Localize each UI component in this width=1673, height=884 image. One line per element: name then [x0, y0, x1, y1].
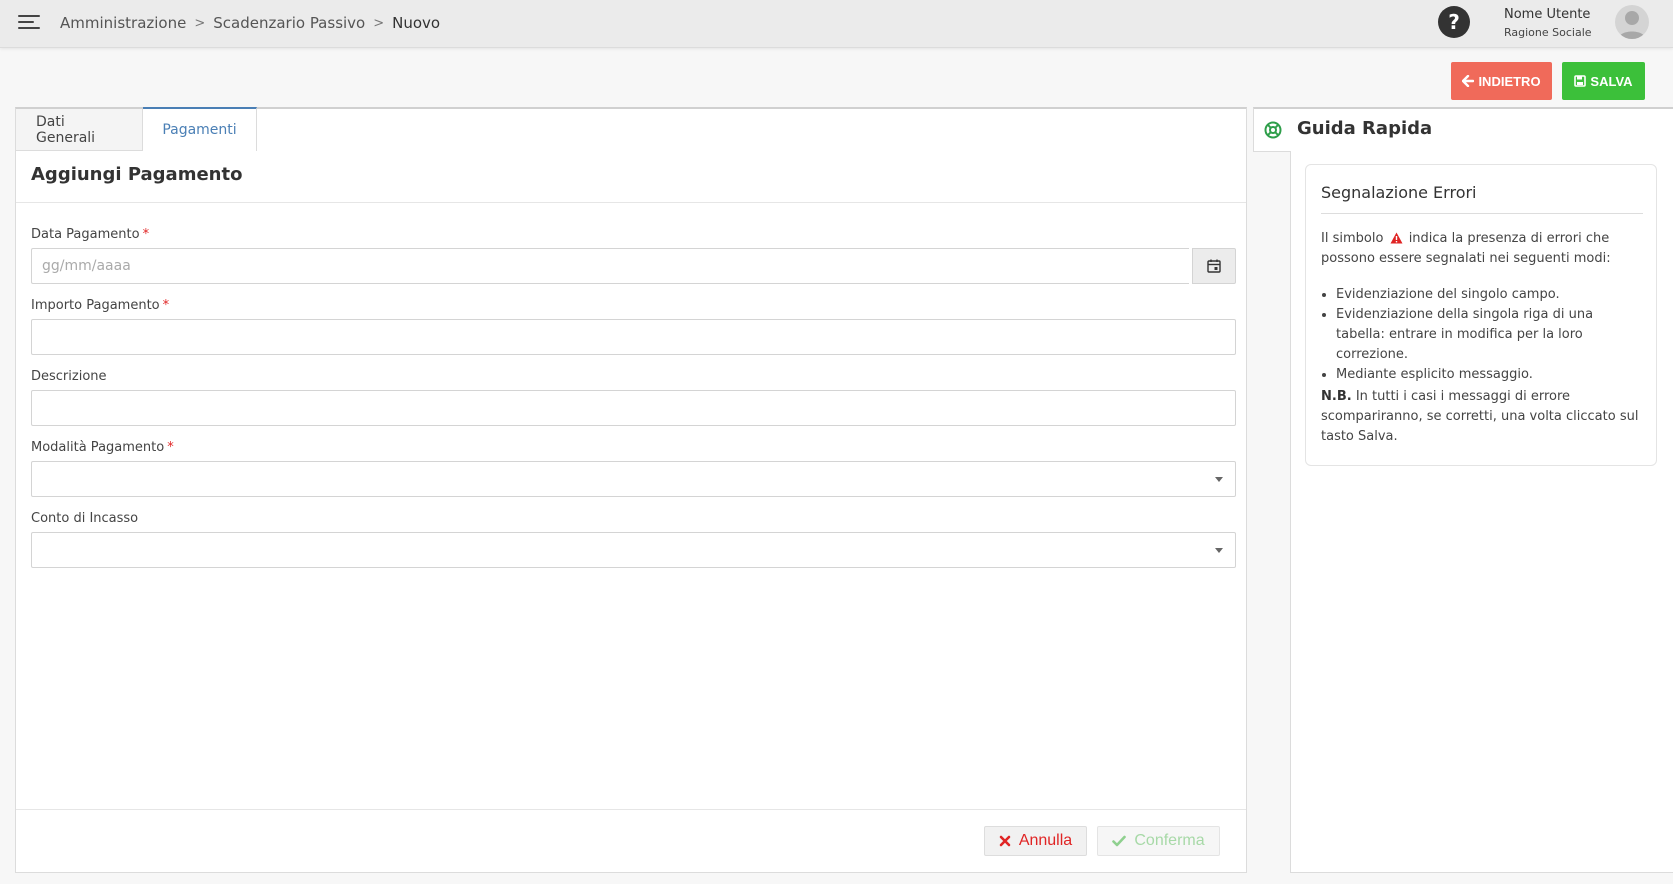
calendar-button[interactable] — [1192, 248, 1236, 284]
guide-toggle[interactable] — [1253, 107, 1291, 152]
breadcrumb-item-amministrazione[interactable]: Amministrazione — [60, 14, 186, 32]
tabs: Dati Generali Pagamenti — [16, 107, 257, 151]
user-icon — [1618, 11, 1646, 39]
confirm-button[interactable]: Conferma — [1097, 826, 1220, 856]
note-text: In tutti i casi i messaggi di errore sco… — [1321, 389, 1639, 444]
data-pagamento-label: Data Pagamento * — [31, 227, 149, 242]
floppy-disk-icon — [1574, 75, 1587, 87]
tab-dati-generali[interactable]: Dati Generali — [16, 109, 143, 151]
card-intro-before: Il simbolo — [1321, 231, 1384, 246]
help-icon[interactable]: ? — [1438, 6, 1470, 38]
guide-title: Guida Rapida — [1297, 118, 1433, 139]
descrizione-input[interactable] — [31, 390, 1236, 426]
cancel-button-label: Annulla — [1018, 832, 1073, 849]
list-item: Evidenziazione della singola riga di una… — [1336, 305, 1641, 365]
card-note: N.B. In tutti i casi i messaggi di error… — [1321, 387, 1641, 447]
breadcrumb: Amministrazione > Scadenzario Passivo > … — [60, 14, 440, 32]
calendar-icon — [1207, 259, 1221, 273]
guide-panel: Segnalazione Errori Il simbolo indica la… — [1290, 151, 1673, 873]
conto-incasso-select[interactable] — [31, 532, 1236, 568]
arrow-left-icon — [1462, 75, 1475, 87]
breadcrumb-item-nuovo: Nuovo — [392, 14, 441, 32]
top-bar: Amministrazione > Scadenzario Passivo > … — [0, 0, 1673, 48]
modalita-pagamento-label-text: Modalità Pagamento — [31, 440, 165, 455]
list-item: Mediante esplicito messaggio. — [1336, 365, 1641, 385]
confirm-button-label: Conferma — [1134, 832, 1205, 849]
chevron-right-icon: > — [194, 15, 206, 31]
chevron-right-icon: > — [373, 15, 385, 31]
footer-divider — [16, 809, 1246, 810]
descrizione-label: Descrizione — [31, 369, 107, 384]
menu-icon[interactable] — [18, 15, 40, 33]
required-marker: * — [162, 298, 170, 313]
importo-pagamento-label-text: Importo Pagamento — [31, 298, 160, 313]
card-intro: Il simbolo indica la presenza di errori … — [1321, 229, 1641, 269]
card-list: Evidenziazione del singolo campo. Eviden… — [1321, 285, 1641, 385]
conto-incasso-label: Conto di Incasso — [31, 511, 139, 526]
required-marker: * — [142, 227, 150, 242]
divider — [16, 202, 1246, 203]
note-label: N.B. — [1321, 389, 1352, 404]
importo-pagamento-input[interactable] — [31, 319, 1236, 355]
list-item: Evidenziazione del singolo campo. — [1336, 285, 1641, 305]
user-name[interactable]: Nome Utente — [1504, 7, 1590, 22]
importo-pagamento-label: Importo Pagamento * — [31, 298, 169, 313]
lifebuoy-icon — [1264, 121, 1281, 139]
avatar[interactable] — [1615, 5, 1649, 39]
caret-down-icon — [1215, 548, 1223, 553]
tab-pagamenti[interactable]: Pagamenti — [143, 107, 257, 151]
guide-card: Segnalazione Errori Il simbolo indica la… — [1305, 164, 1657, 466]
back-button-label: INDIETRO — [1478, 73, 1541, 89]
modalita-pagamento-label: Modalità Pagamento * — [31, 440, 174, 455]
data-pagamento-input[interactable] — [31, 248, 1189, 284]
check-icon — [1112, 835, 1127, 847]
back-button[interactable]: INDIETRO — [1451, 62, 1552, 100]
required-marker: * — [167, 440, 174, 455]
save-button[interactable]: SALVA — [1562, 62, 1645, 100]
form-panel: Dati Generali Pagamenti Aggiungi Pagamen… — [15, 107, 1247, 873]
data-pagamento-label-text: Data Pagamento — [31, 227, 140, 242]
close-icon — [999, 835, 1011, 847]
cancel-button[interactable]: Annulla — [984, 826, 1087, 856]
warning-icon — [1390, 232, 1403, 244]
save-button-label: SALVA — [1590, 73, 1633, 89]
divider — [1321, 213, 1643, 214]
caret-down-icon — [1215, 477, 1223, 482]
user-company: Ragione Sociale — [1504, 26, 1592, 39]
breadcrumb-item-scadenzario[interactable]: Scadenzario Passivo — [213, 14, 365, 32]
section-title: Aggiungi Pagamento — [31, 164, 243, 185]
card-title: Segnalazione Errori — [1321, 183, 1477, 202]
modalita-pagamento-select[interactable] — [31, 461, 1236, 497]
